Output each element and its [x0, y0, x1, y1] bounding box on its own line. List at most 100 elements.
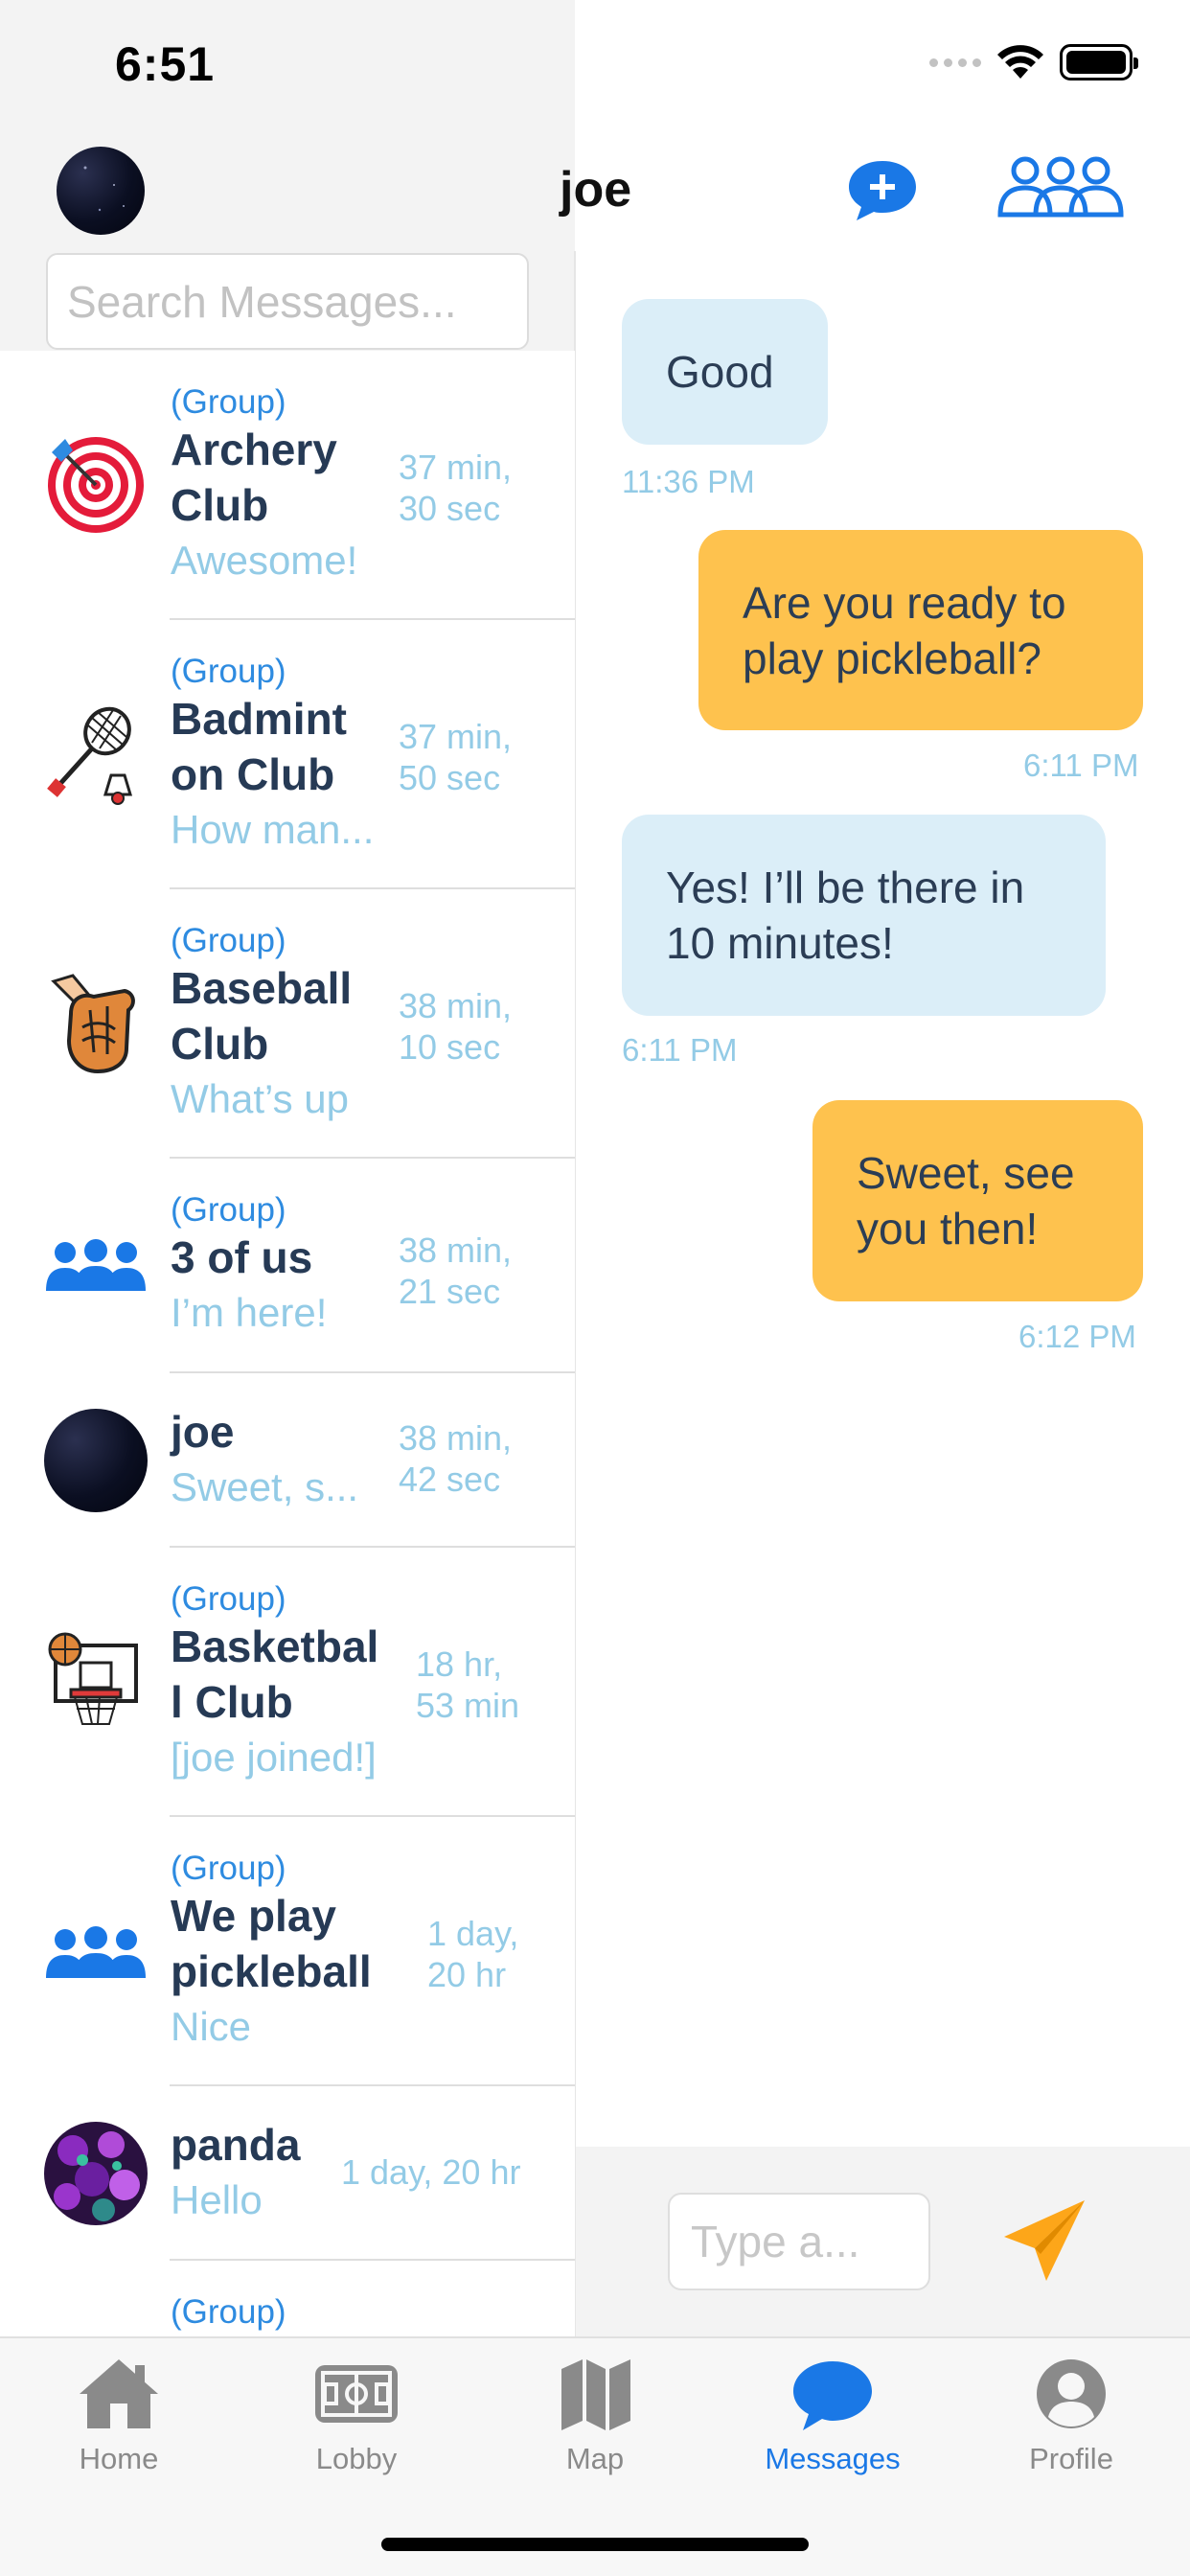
- conversation-item[interactable]: (Group) Archery Club Awesome! 37 min, 30 s…: [0, 351, 575, 620]
- tab-label: Home: [79, 2442, 159, 2475]
- conversation-item[interactable]: (Group) We play pickleball Nice 1 day, 20 …: [0, 1817, 575, 2086]
- conversation-name: Badmint on Club: [171, 694, 347, 799]
- galaxy-avatar-icon: [83, 166, 125, 212]
- galaxy-avatar: [44, 1409, 148, 1512]
- tab-messages[interactable]: Messages: [714, 2356, 951, 2518]
- person-circle-icon: [1037, 2359, 1106, 2428]
- conversation-time: 37 min, 50 sec: [399, 717, 513, 797]
- message-composer: [576, 2147, 1190, 2336]
- conversation-time: 38 min, 10 sec: [399, 986, 513, 1067]
- my-avatar[interactable]: [57, 147, 145, 235]
- message-text: Good: [666, 347, 774, 397]
- group-tag: (Group): [171, 2293, 286, 2331]
- search-input[interactable]: [67, 275, 527, 328]
- status-icons: [929, 44, 1138, 80]
- map-icon: [561, 2359, 630, 2430]
- conversation-body: (Group) Archery Club Awesome!: [171, 383, 400, 588]
- conversation-item[interactable]: (Group) Baseball Club What’s up 38 min, 10…: [0, 889, 575, 1159]
- conversation-item[interactable]: joe Sweet, s... 38 min, 42 sec: [0, 1373, 575, 1548]
- conversation-time: 1 day, 20 hr: [341, 2152, 521, 2192]
- tab-profile[interactable]: Profile: [952, 2356, 1190, 2518]
- message-time: 6:11 PM: [622, 1032, 738, 1068]
- archery-target-icon: [44, 433, 148, 537]
- badminton-racket-icon: [44, 702, 148, 806]
- new-message-button[interactable]: [845, 157, 920, 224]
- baseball-glove-icon: [44, 972, 148, 1075]
- tab-lobby[interactable]: Lobby: [238, 2356, 475, 2518]
- message-bubble-received[interactable]: Good: [622, 299, 828, 445]
- field-icon: [315, 2365, 398, 2423]
- message-preview: [joe joined!]: [171, 1735, 377, 1780]
- group-chat-button[interactable]: [996, 153, 1125, 220]
- conversation-time: 18 hr, 53 min: [416, 1644, 520, 1725]
- message-preview: How man...: [171, 807, 375, 852]
- group-tag: (Group): [171, 1191, 286, 1229]
- paper-plane-icon: [1004, 2200, 1085, 2281]
- message-preview: Sweet, s...: [171, 1464, 359, 1509]
- conversation-name: We play pickleball: [171, 1891, 372, 1996]
- tab-label: Map: [565, 2442, 625, 2475]
- conversation-name: Baseball Club: [171, 963, 353, 1069]
- wifi-icon: [997, 45, 1043, 79]
- message-input[interactable]: [668, 2193, 930, 2290]
- conversation-body: (Group): [171, 2293, 400, 2332]
- cellular-signal-icon: [929, 58, 981, 67]
- people-group-icon: [44, 1212, 148, 1316]
- message-text: Yes! I’ll be there in 10 minutes!: [666, 862, 1025, 968]
- conversation-name: Basketbal l Club: [171, 1622, 379, 1727]
- group-tag: (Group): [171, 922, 286, 959]
- conversation-body: (Group) Baseball Club What’s up: [171, 922, 400, 1127]
- search-box: [46, 253, 529, 350]
- message-preview: Awesome!: [171, 538, 358, 583]
- conversation-time: 38 min, 42 sec: [399, 1418, 513, 1499]
- tab-map[interactable]: Map: [476, 2356, 714, 2518]
- message-bubble-sent[interactable]: Sweet, see you then!: [812, 1100, 1143, 1301]
- chat-title: joe: [560, 162, 632, 218]
- home-indicator: [381, 2538, 809, 2551]
- message-time: 6:12 PM: [1018, 1319, 1136, 1354]
- conversation-time: 1 day, 20 hr: [427, 1914, 519, 1994]
- message-plus-icon: [849, 161, 916, 220]
- purple-flowers-avatar: [44, 2122, 148, 2225]
- conversation-item[interactable]: (Group) Basketbal l Club [joe joined!] 18…: [0, 1548, 575, 1817]
- tab-label: Lobby: [315, 2442, 398, 2475]
- conversation-item[interactable]: (Group) 3 of us I’m here! 38 min, 21 sec: [0, 1159, 575, 1373]
- conversation-body: (Group) Basketbal l Club [joe joined!]: [171, 1580, 400, 1785]
- conversation-name: Archery Club: [171, 425, 337, 530]
- people-group-icon: [997, 156, 1124, 218]
- group-tag: (Group): [171, 383, 286, 421]
- conversation-body: joe Sweet, s...: [171, 1404, 400, 1515]
- group-tag: (Group): [171, 1580, 286, 1618]
- message-bubble-sent[interactable]: Are you ready to play pickleball?: [698, 530, 1143, 730]
- conversation-list[interactable]: (Group) Archery Club Awesome! 37 min, 30 s…: [0, 351, 575, 2336]
- house-icon: [80, 2359, 158, 2428]
- conversation-name: 3 of us: [171, 1232, 313, 1282]
- status-time: 6:51: [115, 37, 216, 91]
- group-tag: (Group): [171, 653, 286, 690]
- conversation-time: 37 min, 30 sec: [399, 448, 513, 528]
- tab-label: Messages: [765, 2442, 901, 2475]
- message-time: 11:36 PM: [622, 464, 755, 499]
- message-preview: What’s up: [171, 1076, 349, 1121]
- tab-home[interactable]: Home: [0, 2356, 238, 2518]
- message-bubble-received[interactable]: Yes! I’ll be there in 10 minutes!: [622, 815, 1106, 1016]
- message-time: 6:11 PM: [1023, 748, 1139, 783]
- message-preview: I’m here!: [171, 1290, 328, 1335]
- conversation-item[interactable]: (Group) Badmint on Club How man... 37 min…: [0, 620, 575, 889]
- group-tag: (Group): [171, 1850, 286, 1887]
- conversation-body: (Group) 3 of us I’m here!: [171, 1191, 400, 1341]
- message-text: Sweet, see you then!: [857, 1148, 1075, 1254]
- conversation-item[interactable]: (Group): [0, 2261, 575, 2336]
- conversation-name: joe: [171, 1407, 235, 1457]
- conversation-item[interactable]: panda Hello 1 day, 20 hr: [0, 2086, 575, 2261]
- conversation-body: (Group) We play pickleball Nice: [171, 1850, 400, 2055]
- message-preview: Nice: [171, 2004, 252, 2049]
- conversation-body: (Group) Badmint on Club How man...: [171, 653, 400, 858]
- people-group-icon: [44, 1899, 148, 2003]
- conversation-time: 38 min, 21 sec: [399, 1230, 513, 1311]
- battery-icon: [1060, 44, 1138, 80]
- send-button[interactable]: [998, 2195, 1090, 2287]
- basketball-hoop-icon: [44, 1630, 148, 1734]
- tab-label: Profile: [1029, 2442, 1113, 2475]
- message-text: Are you ready to play pickleball?: [743, 577, 1066, 683]
